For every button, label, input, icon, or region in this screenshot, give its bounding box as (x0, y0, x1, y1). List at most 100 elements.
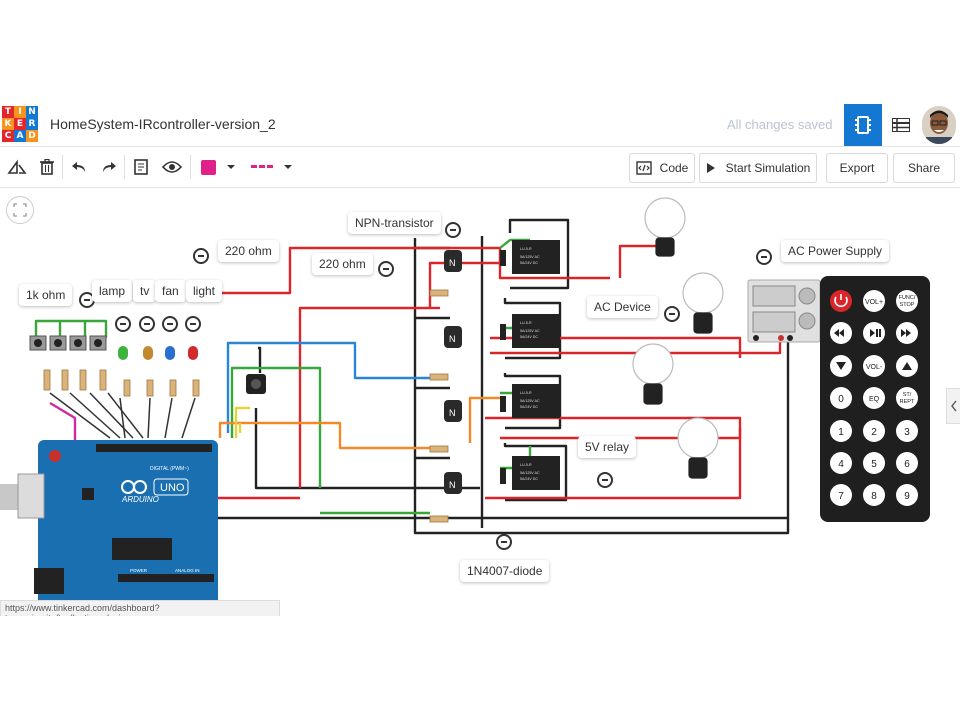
collapse-note-icon[interactable] (185, 316, 201, 332)
eye-icon (162, 161, 182, 173)
svg-text:LU-5-R: LU-5-R (520, 321, 532, 325)
collapse-note-icon[interactable] (496, 534, 512, 550)
svg-text:5: 5 (871, 459, 877, 470)
remote-buttons: VOL+ FUNC/STOP VOL- 0 EQ ST/REPT 1 2 3 4… (830, 290, 918, 506)
rotate-button[interactable] (4, 152, 30, 182)
logo-letter: C (2, 130, 14, 142)
svg-text:N: N (449, 334, 456, 344)
pushbutton-group (29, 335, 107, 351)
collapse-note-icon[interactable] (756, 249, 772, 265)
export-button[interactable]: Export (826, 153, 888, 183)
caret-down-icon (226, 165, 235, 169)
redo-button[interactable] (96, 152, 122, 182)
note-fan[interactable]: fan (155, 280, 186, 302)
resistor-1k-group (43, 369, 107, 391)
svg-text:LU-5-R: LU-5-R (520, 247, 532, 251)
arduino-uno-board: DIGITAL (PWM~) ARDUINO UNO POWER ANALOG … (0, 440, 218, 616)
note-ac-power-supply[interactable]: AC Power Supply (781, 240, 890, 262)
svg-text:VOL+: VOL+ (865, 299, 883, 306)
logo-letter: T (2, 106, 14, 118)
note-220-ohm-led[interactable]: 220 ohm (218, 240, 279, 262)
export-label: Export (839, 161, 875, 175)
svg-text:5A/24V DC: 5A/24V DC (520, 261, 538, 265)
note-npn-transistor[interactable]: NPN-transistor (348, 212, 441, 234)
redo-icon (103, 162, 116, 172)
svg-text:0: 0 (838, 394, 844, 405)
logo-letter: E (14, 118, 26, 130)
design-title[interactable]: HomeSystem-IRcontroller-version_2 (50, 116, 276, 132)
save-status: All changes saved (727, 117, 833, 132)
resistor-220-led-group (123, 379, 200, 397)
logo-letter: D (26, 130, 38, 142)
list-icon (892, 118, 910, 132)
collapse-note-icon[interactable] (445, 222, 461, 238)
side-panel-toggle[interactable] (946, 388, 960, 424)
note-1k-ohm[interactable]: 1k ohm (19, 284, 73, 306)
visibility-button[interactable] (158, 152, 186, 182)
ir-remote[interactable]: VOL+ FUNC/STOP VOL- 0 EQ ST/REPT 1 2 3 4… (820, 276, 930, 522)
components-list-button[interactable] (882, 104, 920, 146)
code-button[interactable]: Code (629, 153, 695, 183)
svg-text:3: 3 (904, 427, 910, 438)
undo-button[interactable] (66, 152, 92, 182)
collapse-note-icon[interactable] (664, 306, 680, 322)
logo-letter: N (26, 106, 38, 118)
tinkercad-logo[interactable]: T I N K E R C A D (2, 106, 38, 142)
svg-text:FUNC/: FUNC/ (899, 295, 916, 301)
svg-text:N: N (449, 480, 456, 490)
share-label: Share (907, 161, 941, 175)
arduino-model: UNO (160, 482, 185, 494)
line-style-picker[interactable] (246, 152, 298, 182)
svg-text:REPT: REPT (900, 399, 915, 405)
note-220-ohm-base[interactable]: 220 ohm (312, 253, 373, 275)
collapse-note-icon[interactable] (193, 248, 209, 264)
user-avatar[interactable] (922, 106, 956, 144)
simulate-label: Start Simulation (725, 161, 811, 175)
note-tv[interactable]: tv (133, 280, 157, 302)
chevron-left-icon (951, 400, 957, 412)
circuit-canvas[interactable]: DIGITAL (PWM~) ARDUINO UNO POWER ANALOG … (0, 188, 960, 616)
collapse-note-icon[interactable] (139, 316, 155, 332)
note-ac-device[interactable]: AC Device (587, 296, 658, 318)
svg-text:9: 9 (904, 491, 910, 502)
note-1n4007-diode[interactable]: 1N4007-diode (460, 560, 550, 582)
lightbulb (644, 197, 686, 257)
logo-letter: K (2, 118, 14, 130)
power-label: POWER (130, 568, 148, 573)
svg-text:VOL-: VOL- (866, 364, 883, 371)
svg-text:5A/24V DC: 5A/24V DC (520, 477, 538, 481)
note-5v-relay[interactable]: 5V relay (578, 436, 637, 458)
led-group (118, 346, 198, 360)
share-button[interactable]: Share (893, 153, 955, 183)
svg-text:5A/24V DC: 5A/24V DC (520, 335, 538, 339)
power-button (830, 290, 852, 312)
lightbulb (632, 343, 674, 405)
editor-toolbar: Code Start Simulation Export Share (0, 147, 960, 188)
svg-text:5A/125V AC: 5A/125V AC (520, 329, 540, 333)
note-light[interactable]: light (186, 280, 223, 302)
tinkercad-window: T I N K E R C A D HomeSystem-IRcontrolle… (0, 104, 960, 616)
circuit-view-button[interactable] (844, 104, 882, 146)
svg-text:5A/125V AC: 5A/125V AC (520, 471, 540, 475)
collapse-note-icon[interactable] (378, 261, 394, 277)
ac-power-supply (747, 279, 821, 343)
fill-color-picker[interactable] (194, 152, 242, 182)
notes-button[interactable] (128, 152, 154, 182)
toolbar-divider (62, 155, 63, 179)
svg-text:4: 4 (838, 459, 844, 470)
analog-label: ANALOG IN (175, 568, 200, 573)
delete-button[interactable] (34, 152, 60, 182)
note-lamp[interactable]: lamp (92, 280, 133, 302)
start-simulation-button[interactable]: Start Simulation (699, 153, 817, 183)
svg-text:STOP: STOP (900, 302, 915, 308)
diode-group (500, 250, 506, 484)
trash-icon (40, 159, 54, 175)
svg-text:1: 1 (838, 427, 844, 438)
lightbulb (682, 272, 724, 334)
collapse-note-icon[interactable] (115, 316, 131, 332)
svg-text:2: 2 (871, 427, 877, 438)
logo-letter: R (26, 118, 38, 130)
logo-letter: A (14, 130, 26, 142)
collapse-note-icon[interactable] (597, 472, 613, 488)
collapse-note-icon[interactable] (162, 316, 178, 332)
